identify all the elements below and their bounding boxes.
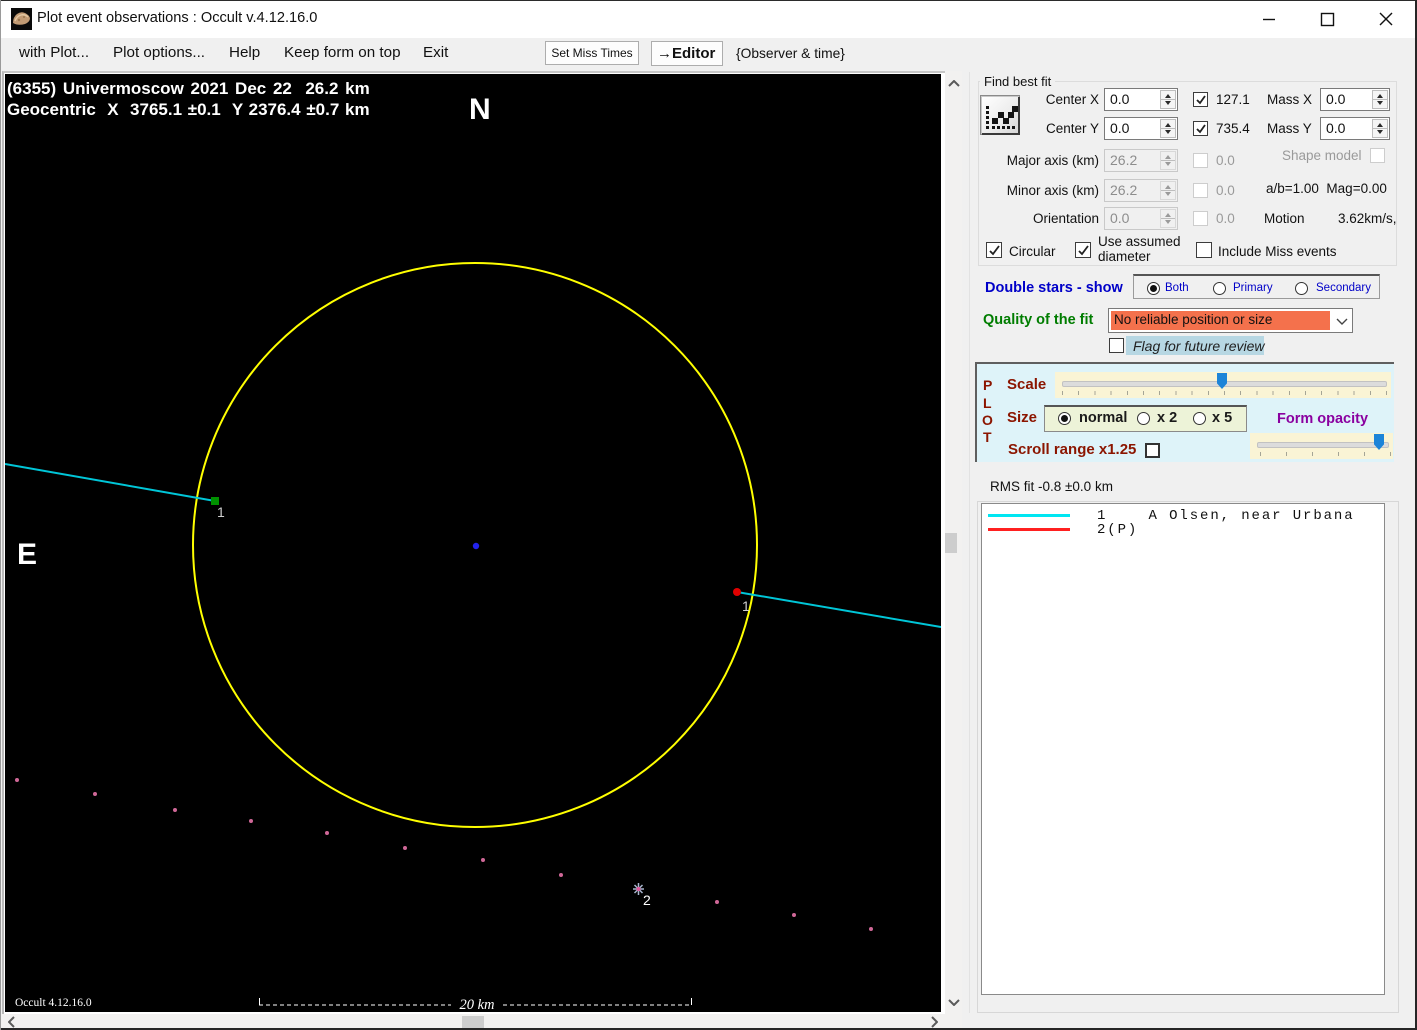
svg-text:Occult 4.12.16.0: Occult 4.12.16.0	[15, 997, 92, 1009]
svg-text:1: 1	[217, 504, 225, 520]
svg-text:(6355) Univermoscow 2021 Dec 2: (6355) Univermoscow 2021 Dec 22 26.2 km	[7, 79, 370, 98]
svg-text:20 km: 20 km	[459, 997, 494, 1012]
svg-text:2: 2	[643, 892, 651, 908]
svg-text:N: N	[469, 93, 491, 126]
svg-text:E: E	[17, 538, 37, 571]
svg-text:Geocentric X 3765.1 ±0.1 Y: Geocentric X 3765.1 ±0.1 Y 2376.4 ±0.7 k…	[7, 100, 370, 119]
svg-text:1: 1	[742, 598, 750, 614]
